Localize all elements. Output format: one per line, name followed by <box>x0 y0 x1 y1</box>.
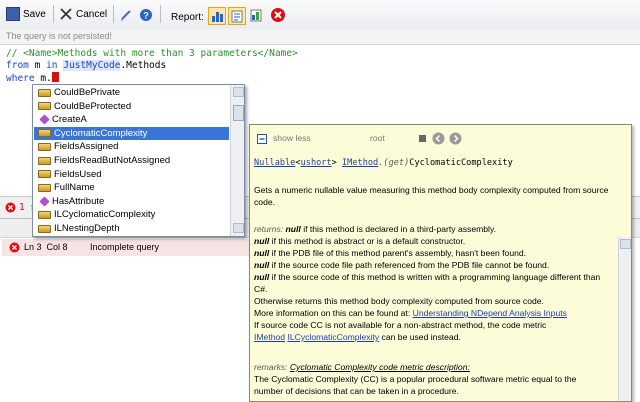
svg-text:?: ? <box>143 11 149 21</box>
autocomplete-item-label: CouldBePrivate <box>54 87 121 98</box>
edit-pencil-icon[interactable] <box>119 8 133 22</box>
remarks-line-2: number of decisions that can be taken in… <box>254 386 459 396</box>
forward-arrow-icon[interactable] <box>449 132 462 148</box>
save-button[interactable]: Save <box>6 5 46 23</box>
report-table-icon[interactable] <box>248 7 266 25</box>
scroll-thumb[interactable] <box>233 105 244 121</box>
used-instead-line: IMethod ILCyclomaticComplexity can be us… <box>254 332 461 342</box>
autocomplete-item-label: FullName <box>54 182 95 194</box>
property-icon <box>38 88 51 97</box>
doc-scroll-up[interactable] <box>620 239 631 249</box>
report-chart-icon[interactable] <box>208 7 226 25</box>
save-label: Save <box>23 8 46 20</box>
autocomplete-item-label: CouldBeProtected <box>54 100 132 112</box>
toolbar: Save Cancel ? Report: <box>0 0 640 30</box>
cancel-label: Cancel <box>76 8 108 20</box>
persist-status-bar: The query is not persisted! <box>0 29 640 45</box>
autocomplete-item[interactable]: CouldBePrivate <box>34 86 229 99</box>
property-icon <box>38 170 51 179</box>
floppy-disk-icon <box>6 7 20 21</box>
autocomplete-item-label: CyclomaticComplexity <box>54 127 148 139</box>
autocomplete-list[interactable]: CouldBePrivate CouldBeProtected CreateA Cyc… <box>32 84 245 237</box>
returns-line-1: returns: null if this method is declared… <box>254 224 497 234</box>
error-row-icon <box>9 242 20 256</box>
code-line-1: // <Name>Methods with more than 3 parame… <box>6 48 298 59</box>
property-icon <box>38 210 51 219</box>
imethod-link[interactable]: IMethod <box>254 332 285 342</box>
cancel-button[interactable]: Cancel <box>59 5 107 23</box>
method-icon <box>39 196 50 207</box>
property-icon <box>38 183 51 192</box>
cc-na-line: If source code CC is not available for a… <box>254 320 547 330</box>
report-label: Report: <box>171 12 204 23</box>
error-message: Incomplete query <box>90 242 160 252</box>
autocomplete-item[interactable]: FullName <box>34 181 229 194</box>
property-icon <box>38 142 51 151</box>
code-line-2: from m in JustMyCode.Methods <box>6 60 167 71</box>
stop-icon[interactable] <box>419 135 426 142</box>
autocomplete-item-label: FieldsAssigned <box>54 141 119 153</box>
close-report-icon[interactable] <box>270 7 288 25</box>
code-line-3: where m. <box>6 72 59 84</box>
analysis-inputs-link[interactable]: Understanding NDepend Analysis Inputs <box>413 308 567 318</box>
returns-line-5: null if the source code of this method i… <box>254 272 601 282</box>
more-info-line: More information on this can be found at… <box>254 308 567 318</box>
autocomplete-item[interactable]: HasAttribute <box>34 195 229 208</box>
autocomplete-item[interactable]: FieldsUsed <box>34 168 229 181</box>
autocomplete-item[interactable]: ILCyclomaticComplexity <box>34 208 229 221</box>
report-list-icon[interactable] <box>228 7 246 25</box>
ilcc-link[interactable]: ILCyclomaticComplexity <box>287 332 379 342</box>
property-icon <box>38 129 51 138</box>
collapse-icon[interactable] <box>257 134 267 147</box>
returns-line-3: null if the PDB file of this method pare… <box>254 248 527 258</box>
error-row[interactable]: Ln 3 Col 8 Incomplete query <box>2 239 250 256</box>
scroll-up-arrow[interactable] <box>233 87 244 97</box>
returns-line-4: null if the source code file path refere… <box>254 260 550 270</box>
autocomplete-item-label: ILNestingDepth <box>54 223 120 234</box>
description-line-2: code. <box>254 197 276 207</box>
remarks-heading: remarks: Cyclomatic Complexity code metr… <box>254 362 470 372</box>
cancel-x-icon <box>59 7 73 21</box>
description-line-1: Gets a numeric nullable value measuring … <box>254 185 609 195</box>
error-location: Ln 3 Col 8 <box>24 242 68 252</box>
property-icon <box>38 156 51 165</box>
returns-line-5b: C#. <box>254 284 268 294</box>
autocomplete-item[interactable]: FieldsReadButNotAssigned <box>34 154 229 167</box>
member-signature: Nullable<ushort> IMethod.(get)Cyclomatic… <box>254 158 513 168</box>
autocomplete-item-label: ILCyclomaticComplexity <box>54 209 156 221</box>
autocomplete-item[interactable]: ILNestingDepth <box>34 222 229 235</box>
back-arrow-icon[interactable] <box>432 132 445 148</box>
method-icon <box>39 114 50 125</box>
help-icon[interactable]: ? <box>139 8 153 22</box>
documentation-tooltip: show less root Nullable<ushort> IMethod.… <box>249 124 632 402</box>
root-link[interactable]: root <box>370 132 385 144</box>
text-caret <box>51 72 59 82</box>
autocomplete-item-label: HasAttribute <box>52 195 105 207</box>
autocomplete-item-label: CreateA <box>52 114 87 126</box>
autocomplete-item[interactable]: FieldsAssigned <box>34 140 229 153</box>
returns-line-2: null if this method is abstract or is a … <box>254 236 466 246</box>
property-icon <box>38 224 51 233</box>
autocomplete-item[interactable]: CyclomaticComplexity <box>34 126 229 140</box>
autocomplete-item-label: FieldsReadButNotAssigned <box>54 155 171 166</box>
autocomplete-item[interactable]: CreateA <box>34 113 229 126</box>
doc-scrollbar[interactable] <box>618 237 631 401</box>
autocomplete-item-label: FieldsUsed <box>54 168 102 180</box>
remarks-line-1: The Cyclomatic Complexity (CC) is a popu… <box>254 374 577 384</box>
error-icon <box>5 202 16 216</box>
autocomplete-scrollbar[interactable] <box>230 85 244 236</box>
property-icon <box>38 102 51 111</box>
show-less-link[interactable]: show less <box>273 132 311 144</box>
persist-message: The query is not persisted! <box>6 31 113 41</box>
scroll-down-arrow[interactable] <box>233 223 244 233</box>
returns-line-6: Otherwise returns this method body compl… <box>254 296 544 306</box>
autocomplete-item[interactable]: CouldBeProtected <box>34 100 229 113</box>
